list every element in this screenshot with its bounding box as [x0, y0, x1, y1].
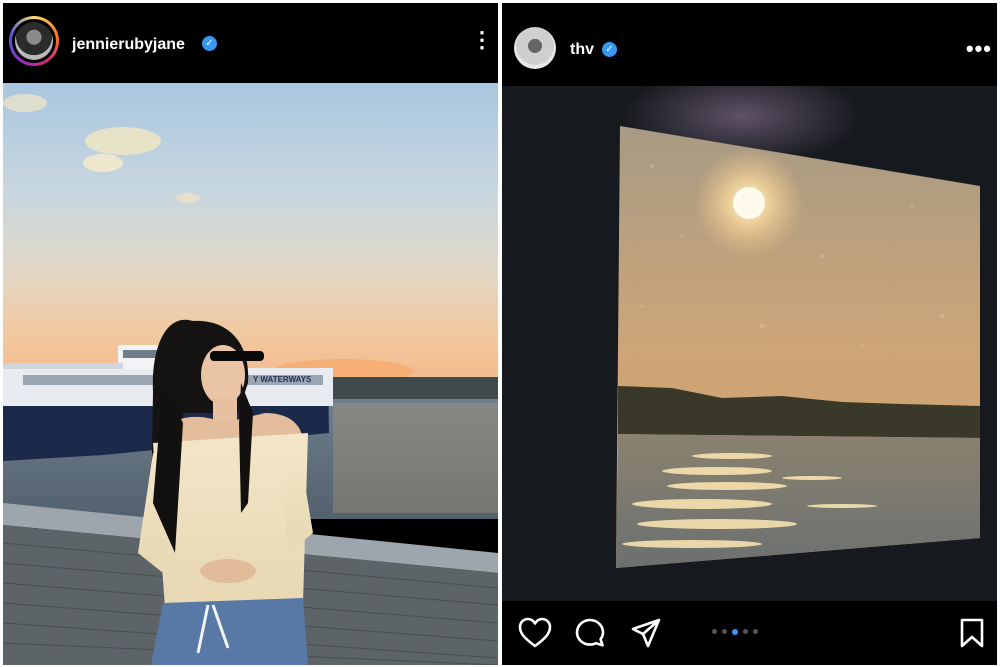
heart-icon[interactable]: [518, 617, 552, 654]
avatar[interactable]: [9, 16, 59, 66]
carousel-dot: [712, 629, 717, 634]
avatar[interactable]: [514, 27, 556, 69]
post-photo[interactable]: Y WATERWAYS: [3, 83, 498, 665]
carousel-indicator: [712, 628, 758, 635]
carousel-dot: [753, 629, 758, 634]
post-header: thv ✓ •••: [502, 3, 997, 83]
verified-badge-icon: ✓: [602, 42, 617, 57]
more-options-icon[interactable]: •••: [966, 36, 992, 62]
avatar-image: [15, 22, 53, 60]
bookmark-icon[interactable]: [958, 617, 986, 654]
ferry-sign-text: Y WATERWAYS: [253, 375, 312, 384]
send-icon[interactable]: [630, 617, 662, 654]
carousel-dot: [743, 629, 748, 634]
comment-icon[interactable]: [574, 617, 606, 654]
left-post-panel: jennierubyjane ✓ ⋮ Y WATERWAYS: [3, 3, 498, 665]
username[interactable]: thv: [570, 41, 594, 59]
username[interactable]: jennierubyjane: [72, 36, 185, 54]
carousel-dot-active: [732, 628, 738, 635]
action-bar: [502, 601, 997, 665]
avatar-ring-inner: [12, 19, 56, 63]
verified-badge-icon: ✓: [202, 36, 217, 51]
post-photo[interactable]: [502, 86, 997, 601]
carousel-dot: [722, 629, 727, 634]
right-post-panel: thv ✓ •••: [502, 3, 997, 665]
more-options-icon[interactable]: ⋮: [471, 27, 494, 53]
post-header: jennierubyjane ✓ ⋮: [3, 3, 498, 83]
